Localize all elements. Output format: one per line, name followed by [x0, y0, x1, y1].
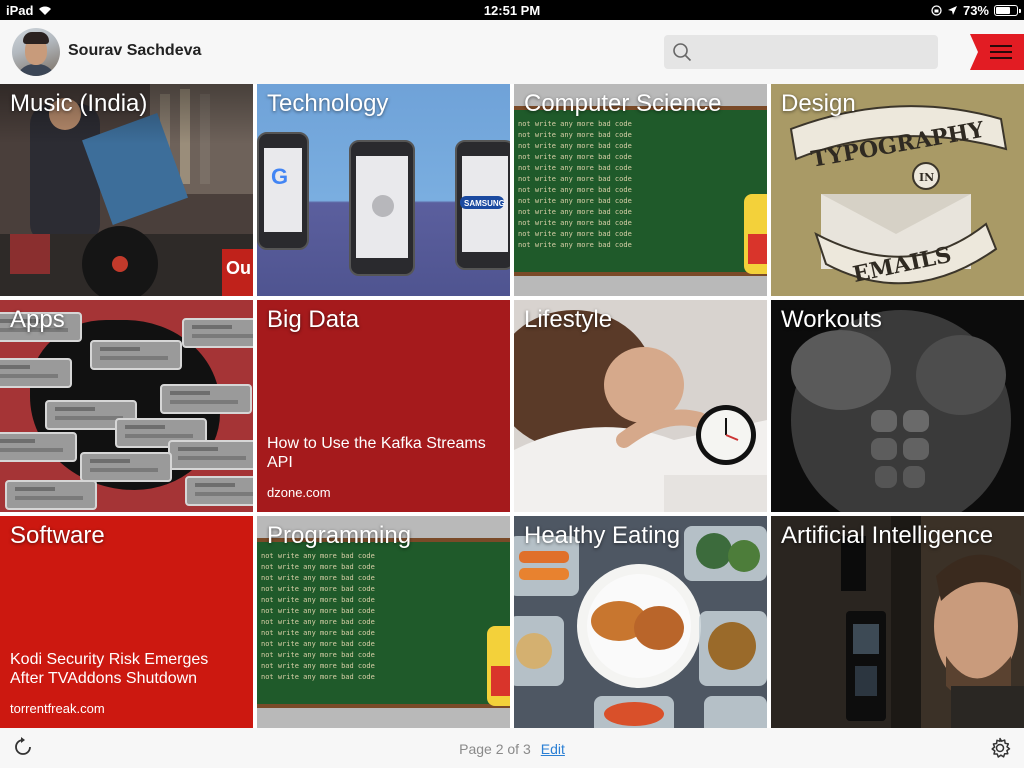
chalk-line: not write any more bad code: [518, 219, 632, 227]
cartoon-shirt: [491, 666, 510, 696]
pagination: Page 2 of 3 Edit: [0, 741, 1024, 757]
design-banner-mid: IN: [919, 171, 934, 184]
tile-title: Lifestyle: [524, 306, 613, 333]
chalk-line: not write any more bad code: [518, 131, 632, 139]
tile-title: Technology: [267, 90, 389, 117]
google-logo-text: G: [271, 164, 288, 189]
notification-card: [80, 452, 172, 482]
tile-apps[interactable]: Apps: [0, 300, 253, 512]
tile-artificial-intelligence[interactable]: Artificial Intelligence: [771, 516, 1024, 728]
tile-title: Music (India): [10, 90, 148, 117]
tile-title: Programming: [267, 522, 412, 549]
notification-card: [168, 440, 253, 470]
chalk-line: not write any more bad code: [261, 574, 375, 582]
tile-lifestyle[interactable]: Lifestyle: [514, 300, 767, 512]
status-bar: iPad 12:51 PM 73%: [0, 0, 1024, 20]
notification-card: [160, 384, 252, 414]
chalk-line: not write any more bad code: [518, 153, 632, 161]
notification-card: [182, 318, 253, 348]
tile-title: Design: [781, 90, 856, 117]
apple-logo: [372, 195, 394, 217]
avatar-shirt: [16, 64, 56, 76]
music-sign-text: Ou: [226, 258, 251, 278]
chalk-line: not write any more bad code: [518, 197, 632, 205]
tile-title: Software: [10, 522, 105, 549]
cartoon-shirt: [748, 234, 767, 264]
battery-percent: 73%: [962, 3, 989, 18]
chalk-line: not write any more bad code: [518, 208, 632, 216]
chalk-line: not write any more bad code: [518, 120, 632, 128]
search-icon: [673, 43, 692, 62]
location-icon: [947, 6, 957, 15]
battery-icon: [994, 5, 1021, 16]
chalk-line: not write any more bad code: [261, 651, 375, 659]
profile-name[interactable]: Sourav Sachdeva: [68, 42, 201, 60]
chalk-line: not write any more bad code: [518, 241, 632, 249]
tile-music-india[interactable]: Ou Music (India): [0, 84, 253, 296]
tile-title: Workouts: [781, 306, 882, 333]
bottom-bar: Page 2 of 3 Edit: [0, 728, 1024, 768]
tile-title: Healthy Eating: [524, 522, 681, 549]
rotation-lock-icon: [931, 5, 942, 16]
chalk-line: not write any more bad code: [261, 585, 375, 593]
chalk-line: not write any more bad code: [261, 673, 375, 681]
hamburger-menu-button[interactable]: [970, 34, 1024, 70]
page-indicator: Page 2 of 3: [459, 741, 531, 757]
tile-title: Apps: [10, 306, 65, 333]
chalk-line: not write any more bad code: [518, 230, 632, 238]
tile-healthy-eating[interactable]: Healthy Eating: [514, 516, 767, 728]
clock: 12:51 PM: [483, 3, 541, 18]
chalk-line: not write any more bad code: [518, 186, 632, 194]
tile-title: Artificial Intelligence: [781, 522, 994, 549]
samsung-logo-text: SAMSUNG: [464, 199, 505, 208]
avatar[interactable]: [12, 28, 60, 76]
notification-card: [185, 476, 253, 506]
tile-title: Computer Science: [524, 90, 722, 117]
menu-icon-bar: [990, 45, 1012, 47]
header-bar: Sourav Sachdeva: [0, 20, 1024, 84]
avatar-hair: [23, 32, 49, 44]
battery-fill: [996, 7, 1010, 14]
story-headline[interactable]: How to Use the Kafka Streams API: [267, 434, 496, 472]
tile-technology[interactable]: G SAMSUNG Technology: [257, 84, 510, 296]
tile-software[interactable]: Software Kodi Security Risk Emerges Afte…: [0, 516, 253, 728]
chalkboard: not write any more bad code not write an…: [514, 106, 767, 276]
menu-icon-bar: [990, 57, 1012, 59]
chalk-line: not write any more bad code: [518, 175, 632, 183]
edit-link[interactable]: Edit: [541, 741, 565, 757]
notification-card: [90, 340, 182, 370]
chalk-line: not write any more bad code: [518, 142, 632, 150]
tile-workouts[interactable]: Workouts: [771, 300, 1024, 512]
story-headline[interactable]: Kodi Security Risk Emerges After TVAddon…: [10, 650, 239, 688]
chalkboard: not write any more bad code not write an…: [257, 538, 510, 708]
chalk-line: not write any more bad code: [261, 662, 375, 670]
chalk-line: not write any more bad code: [261, 640, 375, 648]
tile-programming[interactable]: not write any more bad code not write an…: [257, 516, 510, 728]
chalk-line: not write any more bad code: [518, 164, 632, 172]
settings-gear-icon[interactable]: [988, 736, 1012, 760]
chalk-line: not write any more bad code: [261, 596, 375, 604]
topic-grid: Ou Music (India) G SAMSUNG Technology no…: [0, 84, 1024, 728]
story-source: dzone.com: [267, 485, 331, 500]
tile-title: Big Data: [267, 306, 360, 333]
chalk-line: not write any more bad code: [261, 629, 375, 637]
notification-card: [0, 358, 72, 388]
status-right: 73%: [931, 3, 1021, 18]
notification-card: [0, 432, 77, 462]
search-input[interactable]: [664, 35, 938, 69]
notification-card: [5, 480, 97, 510]
chalk-line: not write any more bad code: [261, 563, 375, 571]
story-source: torrentfreak.com: [10, 701, 105, 716]
tile-big-data[interactable]: Big Data How to Use the Kafka Streams AP…: [257, 300, 510, 512]
chalk-line: not write any more bad code: [261, 607, 375, 615]
chalk-line: not write any more bad code: [261, 618, 375, 626]
menu-icon-bar: [990, 51, 1012, 53]
tile-computer-science[interactable]: not write any more bad code not write an…: [514, 84, 767, 296]
tile-design[interactable]: TYPOGRAPHY IN EMAILS Design: [771, 84, 1024, 296]
chalk-line: not write any more bad code: [261, 552, 375, 560]
